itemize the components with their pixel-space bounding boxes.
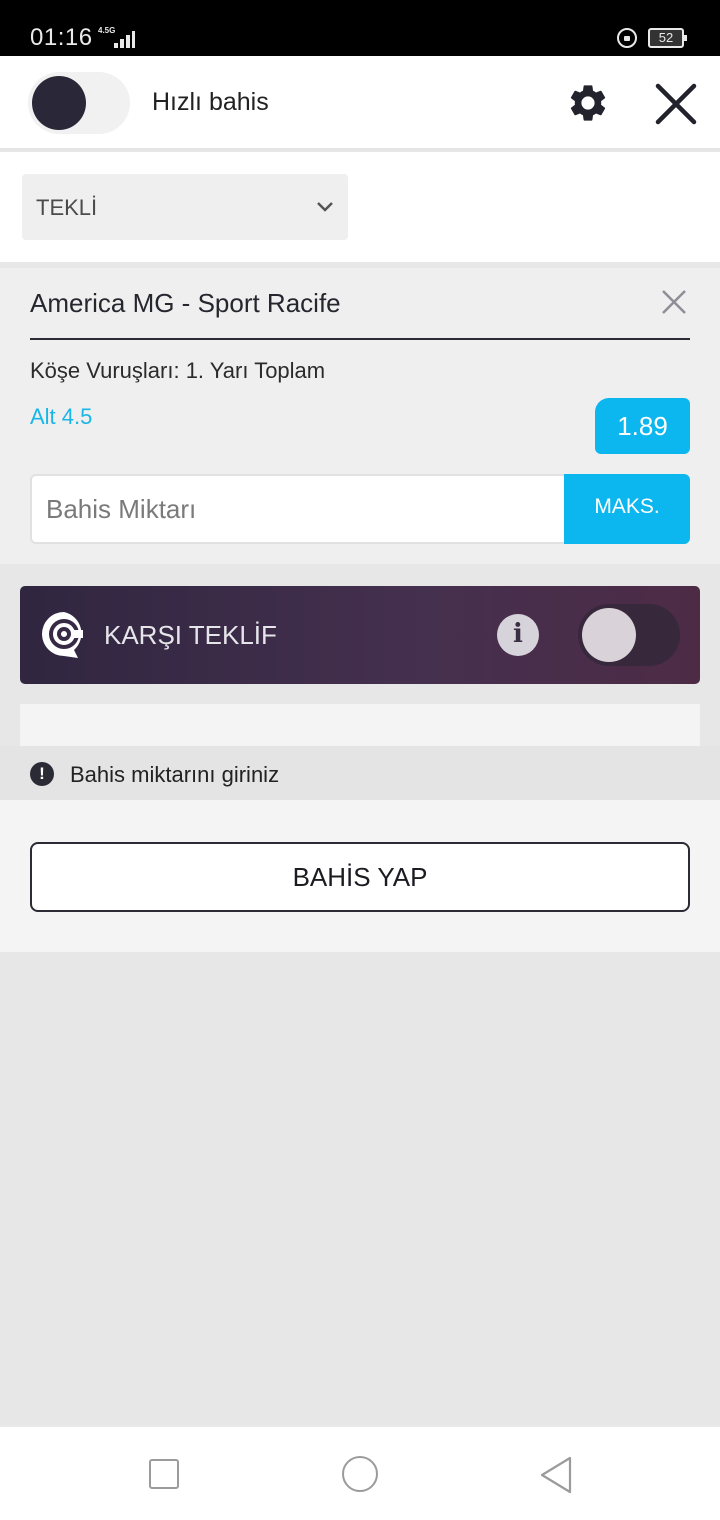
stake-input[interactable] [30, 474, 566, 544]
info-icon[interactable]: i [497, 614, 539, 656]
market-name: Köşe Vuruşları: 1. Yarı Toplam [30, 358, 326, 383]
alert-icon: ! [30, 762, 54, 786]
gear-icon[interactable] [566, 81, 610, 125]
bet-type-value: TEKLİ [36, 195, 98, 220]
selection-name: Alt 4.5 [30, 404, 93, 429]
match-title: America MG - Sport Racife [30, 288, 341, 318]
bet-type-dropdown[interactable]: TEKLİ [22, 174, 348, 240]
quick-bet-label: Hızlı bahis [152, 88, 269, 116]
info-glyph: i [513, 619, 523, 649]
bet-type-area: TEKLİ [0, 152, 720, 262]
battery-icon: 52 [648, 28, 687, 48]
status-time: 01:16 [30, 24, 93, 51]
toggle-knob [582, 608, 636, 662]
signal-icon [104, 30, 135, 48]
odds-badge: 1.89 [595, 398, 690, 454]
chevron-down-icon [317, 202, 333, 212]
counter-offer-label: KARŞI TEKLİF [104, 620, 277, 650]
rotation-lock-icon [617, 28, 637, 48]
betslip-header: Hızlı bahis [0, 56, 720, 150]
back-icon[interactable] [538, 1455, 574, 1495]
status-bar: 01:16 4.5G 52 [0, 0, 720, 56]
place-bet-button[interactable]: BAHİS YAP [30, 842, 690, 912]
close-icon[interactable] [652, 80, 700, 128]
bet-card: America MG - Sport Racife Köşe Vuruşları… [0, 268, 720, 564]
remove-icon[interactable] [660, 288, 688, 316]
home-icon[interactable] [342, 1456, 378, 1492]
recent-apps-icon[interactable] [149, 1459, 179, 1489]
counter-offer-bar: KARŞI TEKLİF i [20, 586, 700, 684]
counter-offer-section: KARŞI TEKLİF i [0, 564, 720, 746]
counter-offer-panel [20, 704, 700, 746]
max-stake-button[interactable]: MAKS. [564, 474, 690, 544]
stake-warning: ! Bahis miktarını giriniz [0, 746, 720, 800]
quick-bet-toggle[interactable] [28, 72, 130, 134]
place-bet-area: BAHİS YAP [0, 800, 720, 952]
system-nav-bar [0, 1425, 720, 1520]
toggle-knob [32, 76, 86, 130]
warning-text: Bahis miktarını giriniz [70, 762, 280, 787]
counter-offer-logo-icon [42, 612, 83, 658]
counter-offer-toggle[interactable] [578, 604, 680, 666]
divider [30, 338, 690, 340]
